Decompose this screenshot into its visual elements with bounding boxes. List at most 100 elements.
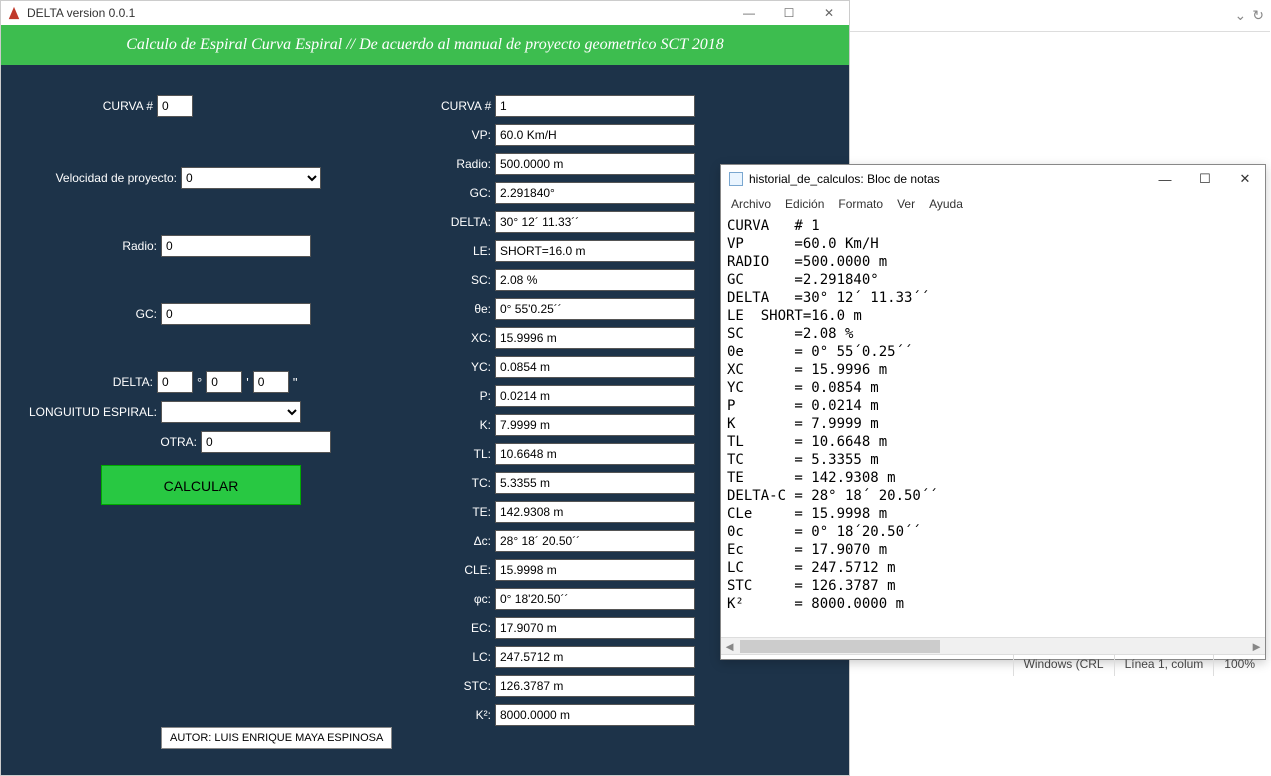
minimize-button[interactable]: — xyxy=(729,2,769,24)
gc-input-label: GC: xyxy=(121,307,157,321)
notepad-window: historial_de_calculos: Bloc de notas — ☐… xyxy=(720,164,1266,660)
out-curva[interactable] xyxy=(495,95,695,117)
gc-input[interactable] xyxy=(161,303,311,325)
status-encoding: Windows (CRL xyxy=(1013,655,1114,676)
menu-archivo[interactable]: Archivo xyxy=(731,197,771,211)
out-k2-label: K²: xyxy=(441,708,491,722)
out-sc[interactable] xyxy=(495,269,695,291)
out-k[interactable] xyxy=(495,414,695,436)
notepad-icon xyxy=(729,172,743,186)
out-xc-label: XC: xyxy=(441,331,491,345)
curva-input[interactable] xyxy=(157,95,193,117)
out-tl-label: TL: xyxy=(441,447,491,461)
out-stc[interactable] xyxy=(495,675,695,697)
out-delta[interactable] xyxy=(495,211,695,233)
maximize-button[interactable]: ☐ xyxy=(769,2,809,24)
vp-input-label: Velocidad de proyecto: xyxy=(21,171,177,185)
background-browser-bar: ⌄ ↻ xyxy=(850,0,1270,32)
header-text: Calculo de Espiral Curva Espiral // De a… xyxy=(126,36,724,54)
out-yc[interactable] xyxy=(495,356,695,378)
refresh-icon[interactable]: ↻ xyxy=(1252,7,1264,24)
out-ec-label: EC: xyxy=(441,621,491,635)
notepad-textarea[interactable]: CURVA # 1 VP =60.0 Km/H RADIO =500.0000 … xyxy=(721,215,1265,637)
out-phic-label: φc: xyxy=(441,592,491,606)
scroll-right-icon[interactable]: ► xyxy=(1248,639,1265,654)
out-curva-label: CURVA # xyxy=(441,99,491,113)
vp-select[interactable]: 0 xyxy=(181,167,321,189)
out-le-label: LE: xyxy=(441,244,491,258)
out-k2[interactable] xyxy=(495,704,695,726)
out-yc-label: YC: xyxy=(441,360,491,374)
out-radio-label: Radio: xyxy=(441,157,491,171)
radio-input[interactable] xyxy=(161,235,311,257)
curva-input-label: CURVA # xyxy=(97,99,153,113)
out-k-label: K: xyxy=(441,418,491,432)
delta-title-text: DELTA version 0.0.1 xyxy=(27,6,135,20)
out-vp-label: VP: xyxy=(441,128,491,142)
out-le[interactable] xyxy=(495,240,695,262)
notepad-statusbar: Windows (CRL Línea 1, colum 100% xyxy=(721,654,1265,676)
out-xc[interactable] xyxy=(495,327,695,349)
menu-edicion[interactable]: Edición xyxy=(785,197,824,211)
delta-titlebar[interactable]: DELTA version 0.0.1 — ☐ ✕ xyxy=(1,1,849,25)
delta-input-label: DELTA: xyxy=(97,375,153,389)
horizontal-scrollbar[interactable]: ◄ ► xyxy=(721,637,1265,654)
out-delta-label: DELTA: xyxy=(441,215,491,229)
menu-ayuda[interactable]: Ayuda xyxy=(929,197,963,211)
out-lc[interactable] xyxy=(495,646,695,668)
out-sc-label: SC: xyxy=(441,273,491,287)
le-select[interactable] xyxy=(161,401,301,423)
out-p[interactable] xyxy=(495,385,695,407)
notepad-menu: Archivo Edición Formato Ver Ayuda xyxy=(721,193,1265,215)
out-tc[interactable] xyxy=(495,472,695,494)
author-label: AUTOR: LUIS ENRIQUE MAYA ESPINOSA xyxy=(161,727,392,749)
out-thetae[interactable] xyxy=(495,298,695,320)
notepad-title: historial_de_calculos: Bloc de notas xyxy=(749,172,940,186)
out-stc-label: STC: xyxy=(441,679,491,693)
out-cle[interactable] xyxy=(495,559,695,581)
otra-input-label: OTRA: xyxy=(157,435,197,449)
out-gc[interactable] xyxy=(495,182,695,204)
close-button[interactable]: ✕ xyxy=(809,2,849,24)
deg-symbol: ° xyxy=(197,375,202,390)
notepad-maximize-button[interactable]: ☐ xyxy=(1185,166,1225,192)
out-radio[interactable] xyxy=(495,153,695,175)
out-thetae-label: θe: xyxy=(441,302,491,316)
out-ec[interactable] xyxy=(495,617,695,639)
out-lc-label: LC: xyxy=(441,650,491,664)
status-zoom: 100% xyxy=(1213,655,1265,676)
notepad-close-button[interactable]: ✕ xyxy=(1225,166,1265,192)
delta-sec-input[interactable] xyxy=(253,371,289,393)
out-te[interactable] xyxy=(495,501,695,523)
radio-input-label: Radio: xyxy=(113,239,157,253)
sec-symbol: '' xyxy=(293,375,298,390)
min-symbol: ' xyxy=(246,375,248,390)
out-cle-label: CLE: xyxy=(441,563,491,577)
calcular-button[interactable]: CALCULAR xyxy=(101,465,301,505)
otra-input[interactable] xyxy=(201,431,331,453)
scroll-left-icon[interactable]: ◄ xyxy=(721,639,738,654)
scroll-thumb[interactable] xyxy=(740,640,940,653)
delta-min-input[interactable] xyxy=(206,371,242,393)
out-deltac[interactable] xyxy=(495,530,695,552)
status-position: Línea 1, colum xyxy=(1114,655,1214,676)
out-te-label: TE: xyxy=(441,505,491,519)
app-icon xyxy=(7,6,21,20)
notepad-minimize-button[interactable]: — xyxy=(1145,166,1185,192)
out-tc-label: TC: xyxy=(441,476,491,490)
out-vp[interactable] xyxy=(495,124,695,146)
out-deltac-label: Δc: xyxy=(441,534,491,548)
le-input-label: LONGUITUD ESPIRAL: xyxy=(21,405,157,419)
out-gc-label: GC: xyxy=(441,186,491,200)
menu-ver[interactable]: Ver xyxy=(897,197,915,211)
output-panel: CURVA # VP: Radio: GC: DELTA: LE: SC: θe… xyxy=(441,95,701,733)
input-panel: CURVA # Velocidad de proyecto: 0 Radio: … xyxy=(21,95,331,505)
out-phic[interactable] xyxy=(495,588,695,610)
menu-formato[interactable]: Formato xyxy=(838,197,883,211)
delta-deg-input[interactable] xyxy=(157,371,193,393)
notepad-titlebar[interactable]: historial_de_calculos: Bloc de notas — ☐… xyxy=(721,165,1265,193)
out-p-label: P: xyxy=(441,389,491,403)
out-tl[interactable] xyxy=(495,443,695,465)
dropdown-arrow-icon[interactable]: ⌄ xyxy=(1235,7,1247,24)
delta-header-banner: Calculo de Espiral Curva Espiral // De a… xyxy=(1,25,849,65)
